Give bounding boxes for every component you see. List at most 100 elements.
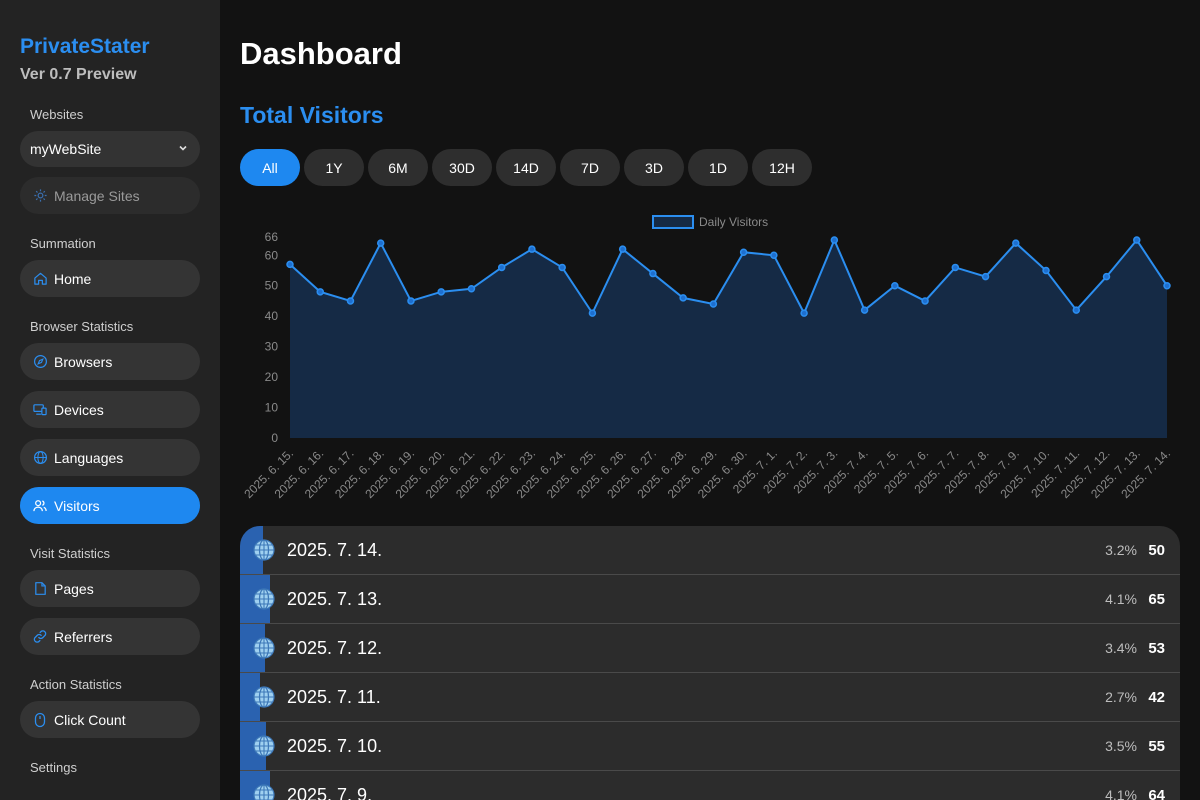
gear-icon [32,188,48,204]
section-label-settings: Settings [30,760,77,775]
sidebar: PrivateStater Ver 0.7 Preview Websites m… [0,0,220,800]
data-point [316,288,324,296]
section-label-summation: Summation [30,236,96,251]
y-tick-label: 40 [265,309,279,323]
section-label-websites: Websites [30,107,84,122]
data-point [981,272,990,281]
manage-sites-button[interactable]: Manage Sites [20,177,200,214]
y-tick-label: 20 [265,370,279,384]
range-button-3d[interactable]: 3D [624,149,684,186]
sidebar-item-home[interactable]: Home [20,260,200,297]
row-count: 50 [1148,541,1165,559]
sidebar-item-label: Devices [54,401,104,418]
row-count: 53 [1148,639,1165,657]
range-button-6m[interactable]: 6M [368,149,428,186]
data-point [1133,236,1141,244]
area-fill [290,240,1167,438]
globe-icon [253,588,275,610]
data-point [1042,266,1050,275]
sidebar-item-label: Languages [54,449,124,466]
section-label-action-statistics: Action Statistics [30,677,122,692]
table-row[interactable]: 2025. 7. 11. 2.7% 42 [240,673,1180,722]
row-date: 2025. 7. 9. [287,784,373,800]
manage-sites-label: Manage Sites [54,187,140,204]
sidebar-item-pages[interactable]: Pages [20,570,200,607]
data-point [497,263,506,272]
data-point [376,239,385,247]
brand-title[interactable]: PrivateStater [20,34,200,60]
section-title: Total Visitors [240,102,384,128]
data-point [921,297,929,305]
data-point [467,285,476,293]
range-button-30d[interactable]: 30D [432,149,492,186]
sidebar-item-devices[interactable]: Devices [20,391,200,428]
data-point [407,297,415,305]
sidebar-item-label: Referrers [54,628,113,645]
section-label-visit-statistics: Visit Statistics [30,546,110,561]
globe-icon [253,637,275,659]
data-point [1012,239,1020,247]
page-title: Dashboard [240,36,402,71]
sidebar-item-label: Visitors [54,497,100,514]
range-button-12h[interactable]: 12H [752,149,812,186]
sidebar-item-languages[interactable]: Languages [20,439,200,476]
row-date: 2025. 7. 10. [287,735,383,756]
data-point [649,269,657,278]
table-row[interactable]: 2025. 7. 9. 4.1% 64 [240,771,1180,800]
sidebar-item-click-count[interactable]: Click Count [20,701,200,738]
row-date: 2025. 7. 12. [287,637,383,658]
data-point [709,300,718,308]
row-count: 65 [1148,590,1165,608]
sidebar-item-label: Browsers [54,353,113,370]
globe-icon [32,450,48,466]
main-content: Dashboard Total Visitors All 1Y 6M 30D 1… [220,0,1200,800]
users-icon [32,498,48,514]
y-tick-label: 30 [265,340,279,354]
row-percent: 3.5% [1105,738,1137,754]
range-button-1y[interactable]: 1Y [304,149,364,186]
globe-icon [253,539,275,561]
table-row[interactable]: 2025. 7. 12. 3.4% 53 [240,624,1180,673]
sidebar-item-label: Click Count [54,711,126,728]
devices-icon [32,402,48,418]
link-icon [32,629,48,645]
site-select[interactable]: myWebSite [20,131,200,167]
range-button-1d[interactable]: 1D [688,149,748,186]
table-row[interactable]: 2025. 7. 13. 4.1% 65 [240,575,1180,624]
compass-icon [32,354,48,370]
y-tick-label: 10 [265,401,279,415]
data-point [346,297,355,305]
sidebar-item-visitors[interactable]: Visitors [20,487,200,524]
globe-icon [253,784,275,800]
row-percent: 4.1% [1105,787,1137,800]
data-point [951,263,960,272]
row-count: 42 [1148,688,1165,706]
home-icon [32,271,48,287]
row-percent: 3.2% [1105,542,1137,558]
range-button-all[interactable]: All [240,149,300,186]
row-date: 2025. 7. 14. [287,539,383,560]
data-point [1102,272,1111,281]
data-point [528,245,536,253]
row-percent: 3.4% [1105,640,1137,656]
chevron-down-icon [178,143,188,156]
row-count: 55 [1148,737,1165,755]
range-button-7d[interactable]: 7D [560,149,620,186]
data-point [860,306,869,314]
sidebar-item-referrers[interactable]: Referrers [20,618,200,655]
data-point [739,248,748,256]
y-tick-label: 66 [265,230,279,244]
version-label: Ver 0.7 Preview [20,66,137,83]
sidebar-item-label: Pages [54,580,94,597]
table-row[interactable]: 2025. 7. 14. 3.2% 50 [240,526,1180,575]
y-tick-label: 0 [271,431,278,445]
table-row[interactable]: 2025. 7. 10. 3.5% 55 [240,722,1180,771]
range-button-14d[interactable]: 14D [496,149,556,186]
data-point [891,281,899,290]
data-point [1163,281,1171,290]
row-date: 2025. 7. 13. [287,588,383,609]
sidebar-item-browsers[interactable]: Browsers [20,343,200,380]
sidebar-item-label: Home [54,270,92,287]
data-point [286,260,294,269]
chart-svg: Daily Visitors0102030405060662025. 6. 15… [241,215,1173,501]
